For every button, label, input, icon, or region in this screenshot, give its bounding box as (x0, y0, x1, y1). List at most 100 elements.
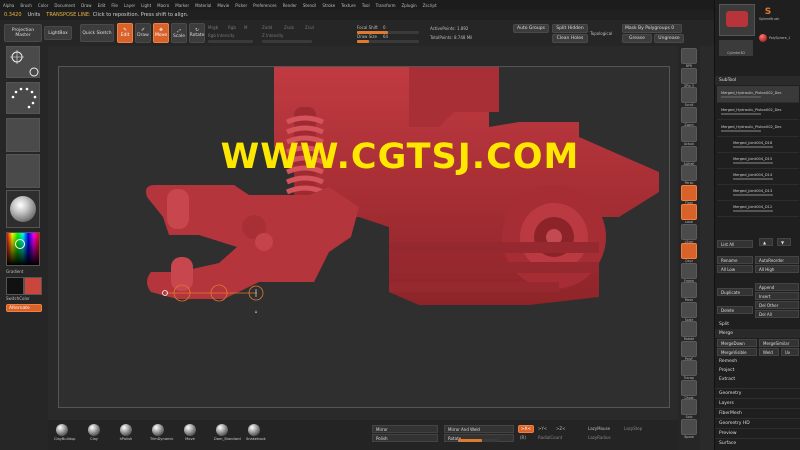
edit-button[interactable]: ✎ Edit (117, 23, 133, 43)
shelf-rotate-button[interactable]: Rotate (681, 321, 697, 341)
zadd-toggle[interactable]: Zadd (262, 25, 272, 30)
menu-texture[interactable]: Texture (338, 3, 359, 8)
subtool-visibility-bar[interactable] (733, 194, 773, 196)
shelf-scroll-button[interactable]: Scroll (681, 87, 697, 107)
brush-clay[interactable]: Clay (86, 424, 102, 441)
shelf-xpose-button[interactable]: Xpose (681, 418, 697, 439)
merge-down-button[interactable]: MergeDown (717, 339, 757, 347)
section-geometry-hd[interactable]: Geometry HD (715, 418, 800, 428)
menu-picker[interactable]: Picker (232, 3, 250, 8)
mirror-and-weld-button[interactable]: Mirror And Weld (444, 425, 514, 433)
color-picker-handle[interactable] (15, 239, 25, 249)
menu-color[interactable]: Color (35, 3, 51, 8)
section-preview[interactable]: Preview (715, 428, 800, 438)
menu-stencil[interactable]: Stencil (300, 3, 320, 8)
grease-button[interactable]: Grease (622, 34, 652, 43)
merge-similar-button[interactable]: MergeSimilar (759, 339, 799, 347)
subtool-visibility-bar[interactable] (721, 129, 761, 132)
menu-movie[interactable]: Movie (214, 3, 232, 8)
alternate-button[interactable]: Alternate (6, 304, 42, 312)
z-symmetry-button[interactable]: >Z< (556, 426, 565, 431)
shelf-ghost-button[interactable]: Ghost (681, 379, 697, 400)
weld-button[interactable]: Weld (759, 348, 779, 356)
switch-color-button[interactable]: SwitchColor (6, 296, 30, 301)
shelf-scale-button[interactable]: Scale (681, 301, 697, 322)
projection-master-button[interactable]: Projection Master (4, 24, 42, 42)
subtool-item[interactable]: Merged_Hydraulic_Piston002_Dec (717, 103, 799, 120)
menu-zplugin[interactable]: Zplugin (399, 3, 420, 8)
subtool-visibility-bar[interactable] (733, 162, 773, 164)
y-symmetry-button[interactable]: >Y< (538, 426, 547, 431)
section-geometry[interactable]: Geometry (715, 388, 800, 398)
subtool-visibility-bar[interactable] (733, 178, 773, 180)
rgb-toggle[interactable]: Rgb (228, 25, 236, 30)
section-fibermesh[interactable]: FiberMesh (715, 408, 800, 418)
shelf-frame-button[interactable]: Frame (681, 262, 697, 283)
menu-macro[interactable]: Macro (154, 3, 172, 8)
brush-claybuildup[interactable]: ClayBuildup (54, 424, 75, 441)
clean-holes-button[interactable]: Clean Holes (552, 34, 588, 43)
del-all-button[interactable]: Del All (755, 310, 799, 318)
shelf-persp-button[interactable]: Persp (681, 165, 697, 185)
all-high-button[interactable]: All High (755, 265, 799, 273)
subtool-visibility-bar[interactable] (733, 146, 773, 148)
shelf-actual-button[interactable]: Actual (681, 126, 697, 146)
move-button[interactable]: ✥ Move (153, 23, 169, 43)
subtool-item[interactable]: Merged_Hydraulic_Piston002_Dec (717, 120, 799, 137)
brush-trimdynamic[interactable]: TrimDynamic (150, 424, 174, 441)
stroke-slot[interactable] (6, 82, 40, 114)
rgb-intensity-slider[interactable] (208, 40, 253, 43)
shelf-transp-button[interactable]: Transp (681, 360, 697, 380)
move-down-button[interactable]: ▼ (777, 238, 791, 246)
menu-brush[interactable]: Brush (17, 3, 35, 8)
current-tool-thumbnail[interactable] (719, 4, 755, 36)
split-hidden-button[interactable]: Split Hidden (552, 24, 588, 33)
polysphere-tool[interactable]: PolySphere_1 (759, 34, 791, 48)
mrgb-toggle[interactable]: Mrgb (208, 25, 218, 30)
brush-slot[interactable] (6, 46, 40, 78)
lazy-step-slider[interactable]: LazyStep (624, 426, 642, 431)
menu-zscript[interactable]: Zscript (420, 3, 440, 8)
section-surface[interactable]: Surface (715, 438, 800, 448)
sphere-brush-tool[interactable]: S SphereBrush (759, 8, 779, 22)
subtool-item[interactable]: Merged_Joint004_D14 (717, 169, 799, 185)
shelf-move-button[interactable]: Move (681, 282, 697, 302)
menu-draw[interactable]: Draw (78, 3, 94, 8)
subtool-visibility-bar[interactable] (721, 112, 761, 115)
menu-edit[interactable]: Edit (95, 3, 109, 8)
shelf-bpr-button[interactable]: BPR (681, 48, 697, 68)
draw-size-slider[interactable] (357, 40, 419, 43)
auto-reorder-button[interactable]: AutoReorder (755, 256, 799, 264)
subtool-item[interactable]: Merged_Joint004_D13 (717, 185, 799, 201)
append-button[interactable]: Append (755, 283, 799, 291)
scale-button[interactable]: ⤢ Scale (171, 23, 187, 43)
lazy-mouse-toggle[interactable]: LazyMouse (588, 426, 610, 431)
del-other-button[interactable]: Del Other (755, 301, 799, 309)
menu-tool[interactable]: Tool (359, 3, 373, 8)
menu-transform[interactable]: Transform (373, 3, 399, 8)
menu-light[interactable]: Light (138, 3, 154, 8)
rename-button[interactable]: Rename (717, 256, 753, 264)
draw-button[interactable]: ✐ Draw (135, 23, 151, 43)
brush-hpolish[interactable]: hPolish (118, 424, 134, 441)
ungrease-button[interactable]: Ungrease (654, 34, 684, 43)
radial-count-slider[interactable]: RadialCount (538, 435, 562, 440)
extract-section[interactable]: Extract (715, 375, 800, 384)
menu-stroke[interactable]: Stroke (319, 3, 338, 8)
material-slot[interactable] (6, 190, 40, 228)
brush-move[interactable]: Move (182, 424, 198, 441)
shelf-spix-3-button[interactable]: SPix 3 (681, 67, 697, 88)
menu-alpha[interactable]: Alpha (0, 3, 17, 8)
duplicate-button[interactable]: Duplicate (717, 288, 753, 296)
shelf-zoom-button[interactable]: Zoom (681, 106, 697, 127)
lightbox-button[interactable]: LightBox (44, 26, 72, 40)
viewport-canvas[interactable] (58, 66, 670, 408)
subtool-item[interactable]: Merged_Joint004_D16 (717, 137, 799, 153)
mirror-button[interactable]: Mirror (372, 425, 438, 433)
auto-groups-button[interactable]: Auto Groups (513, 24, 549, 33)
radial-r-button[interactable]: (R) (520, 435, 526, 440)
menu-material[interactable]: Material (192, 3, 214, 8)
m-toggle[interactable]: M (244, 25, 247, 30)
insert-button[interactable]: Insert (755, 292, 799, 300)
all-low-button[interactable]: All Low (717, 265, 753, 273)
